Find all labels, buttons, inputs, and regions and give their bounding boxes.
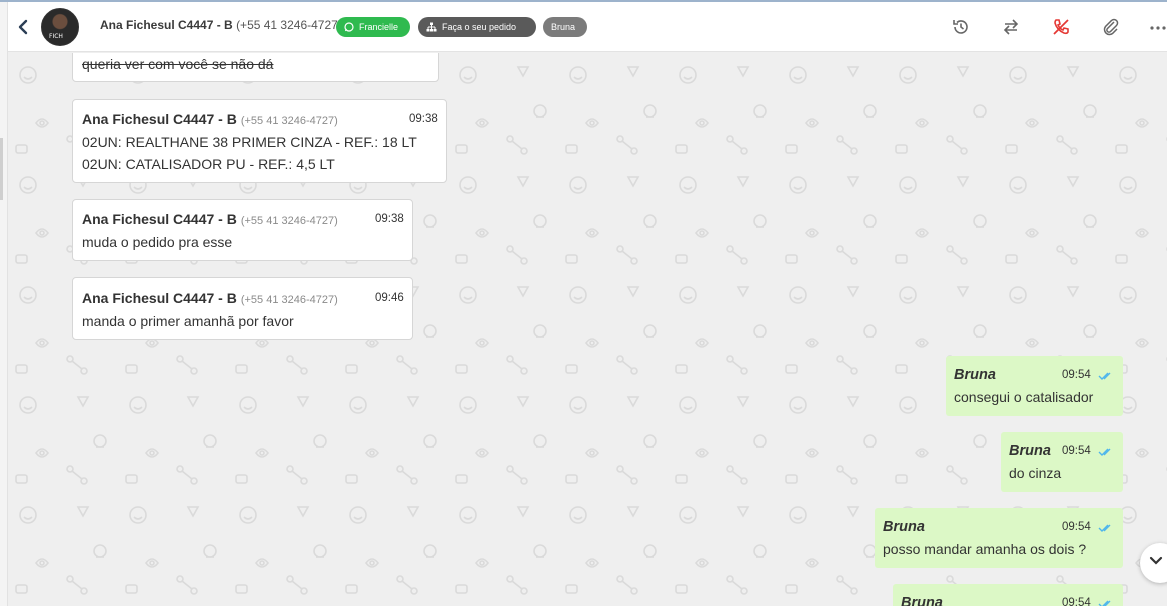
sender-phone: (+55 41 3246-4727) [240,294,338,306]
chat-area[interactable]: queria ver com você se não dá Ana Fiches… [8,53,1167,606]
sitemap-icon [426,22,437,32]
double-check-icon [1098,448,1111,456]
message-time: 09:54 [1062,521,1091,533]
contact-phone: (+55 41 3246-4727) [236,18,342,32]
message-sender: Bruna [954,367,996,383]
whatsapp-icon [344,22,354,32]
contact-title[interactable]: Ana Fichesul C4447 - B (+55 41 3246-4727… [100,18,342,32]
message-time: 09:46 [375,292,404,304]
sender-name: Ana Fichesul C4447 - B [82,290,237,306]
double-check-icon [1098,372,1111,380]
message-sender: Ana Fichesul C4447 - B (+55 41 3246-4727) [82,211,338,227]
message-text: consegui o catalisador [954,389,1094,405]
message-sender: Ana Fichesul C4447 - B (+55 41 3246-4727) [82,290,338,306]
message-text: 02UN: REALTHANE 38 PRIMER CINZA - REF.: … [82,134,417,150]
whatsapp-tag-label: Francielle [359,22,399,32]
whatsapp-channel-tag[interactable]: Francielle [336,17,410,37]
avatar[interactable]: FICH [41,8,79,46]
attachment-icon[interactable] [1101,17,1121,37]
message-text: 02UN: CATALISADOR PU - REF.: 4,5 LT [82,156,335,172]
sender-phone: (+55 41 3246-4727) [240,215,338,227]
message-text: do cinza [1009,465,1062,481]
message-text: muda o pedido pra esse [82,234,233,250]
transfer-icon[interactable] [1001,17,1021,37]
double-check-icon [1098,600,1111,606]
message-outgoing[interactable]: Bruna 09:54 [893,584,1123,606]
message-time: 09:38 [375,213,404,225]
agent-tag[interactable]: Bruna [543,17,587,37]
message-text: manda o primer amanhã por favor [82,313,294,329]
history-icon[interactable] [951,17,971,37]
chevron-down-icon [1149,556,1163,565]
message-outgoing[interactable]: Bruna 09:54 do cinza [1001,432,1123,492]
message-time: 09:54 [1062,597,1091,606]
message-incoming[interactable]: Ana Fichesul C4447 - B (+55 41 3246-4727)… [72,277,413,340]
message-text: posso mandar amanha os dois ? [883,541,1087,557]
panel-scrollbar[interactable] [0,138,3,200]
end-call-icon[interactable] [1051,17,1071,37]
back-icon[interactable] [16,17,30,37]
message-time: 09:54 [1062,369,1091,381]
message-incoming[interactable]: Ana Fichesul C4447 - B (+55 41 3246-4727)… [72,199,413,261]
sender-name: Ana Fichesul C4447 - B [82,111,237,127]
more-icon[interactable] [1148,17,1167,37]
chat-header: FICH Ana Fichesul C4447 - B (+55 41 3246… [8,2,1167,52]
message-sender: Bruna [883,519,925,535]
message-sender: Bruna [1009,443,1051,459]
sender-name: Ana Fichesul C4447 - B [82,211,237,227]
left-panel-edge [0,2,8,606]
message-sender: Bruna [901,595,943,606]
message-time: 09:54 [1062,445,1091,457]
message-outgoing[interactable]: Bruna 09:54 consegui o catalisador [946,356,1123,416]
contact-name: Ana Fichesul C4447 - B [100,18,233,32]
message-incoming[interactable]: Ana Fichesul C4447 - B (+55 41 3246-4727)… [72,99,447,183]
sender-phone: (+55 41 3246-4727) [240,115,338,127]
order-tag[interactable]: Faça o seu pedido [418,17,536,37]
order-tag-label: Faça o seu pedido [442,22,517,32]
double-check-icon [1098,524,1111,532]
message-text: queria ver com você se não dá [82,56,274,72]
agent-tag-label: Bruna [551,22,576,32]
message-time: 09:38 [409,113,438,125]
message-sender: Ana Fichesul C4447 - B (+55 41 3246-4727) [82,111,338,127]
message-incoming[interactable]: queria ver com você se não dá [72,53,439,82]
message-outgoing[interactable]: Bruna 09:54 posso mandar amanha os dois … [875,508,1123,568]
